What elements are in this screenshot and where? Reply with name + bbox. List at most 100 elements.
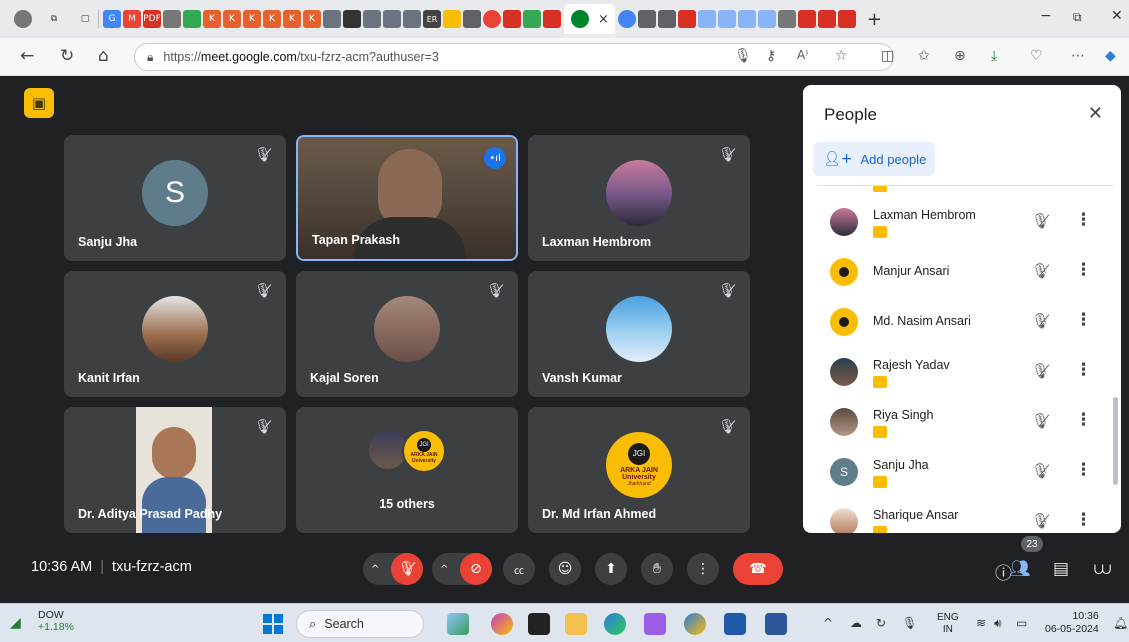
scrollbar[interactable] xyxy=(1113,397,1118,485)
leave-call-button[interactable]: ☎ xyxy=(733,553,783,585)
tab-record-icon[interactable] xyxy=(483,10,501,28)
list-item[interactable]: S Sanju Jha 🎙︎̸ ⋮ xyxy=(817,448,1097,498)
tab-gmail-icon[interactable]: M xyxy=(123,10,141,28)
wifi-icon[interactable]: ≋ xyxy=(976,616,986,630)
list-item[interactable]: Manjur Ansari 🎙︎̸ ⋮ xyxy=(817,248,1097,298)
url-field[interactable]: 🔒︎ https://meet.google.com/txu-fzrz-acm?… xyxy=(134,43,894,71)
minimize-window-icon[interactable]: − xyxy=(1040,8,1052,24)
store-app-icon[interactable] xyxy=(724,613,746,635)
tab-google-icon[interactable]: G xyxy=(103,10,121,28)
tab-k-icon[interactable]: K xyxy=(243,10,261,28)
more-vert-icon[interactable]: ⋮ xyxy=(1075,360,1092,380)
battery-icon[interactable]: ▭ xyxy=(1016,616,1027,630)
favorites-icon[interactable]: ✩ xyxy=(918,48,930,64)
key-icon[interactable]: ⚷ xyxy=(766,48,776,64)
downloads-icon[interactable]: ⤓ xyxy=(991,48,997,64)
tab-actions-icon[interactable]: ▢ xyxy=(76,10,94,28)
more-vert-icon[interactable]: ⋮ xyxy=(1075,460,1092,480)
tab-doc-icon[interactable] xyxy=(637,10,656,28)
collections-icon[interactable]: ⊕ xyxy=(954,48,966,64)
activities-icon[interactable]: ⩊ xyxy=(1094,559,1111,579)
close-icon[interactable]: ✕ xyxy=(1088,103,1103,124)
more-vert-icon[interactable]: ⋮ xyxy=(1075,260,1092,280)
back-arrow-icon[interactable]: ← xyxy=(20,46,34,66)
mic-off-icon[interactable]: 🎙︎̸ xyxy=(1031,312,1050,330)
mic-off-icon[interactable]: 🎙︎̸ xyxy=(1031,512,1050,530)
more-vert-icon[interactable]: ⋮ xyxy=(1075,210,1092,230)
tab-google-meet-active[interactable]: × xyxy=(564,4,615,34)
tab-search-icon[interactable] xyxy=(757,10,776,28)
list-item[interactable]: Riya Singh 🎙︎̸ ⋮ xyxy=(817,398,1097,448)
layout-icon[interactable]: ▣ xyxy=(24,88,54,118)
participant-tile[interactable]: 🎙︎̸ Kanit Irfan xyxy=(64,271,286,397)
tab-chrome-icon[interactable] xyxy=(617,10,636,28)
cloud-icon[interactable]: ☁ xyxy=(850,616,862,630)
notification-bell-icon[interactable]: 🔔︎ xyxy=(1113,616,1128,630)
browser-essentials-icon[interactable]: ♡ xyxy=(1030,48,1043,64)
restore-window-icon[interactable]: ⧉ xyxy=(1073,10,1082,25)
mic-off-icon[interactable]: 🎙︎̸ xyxy=(1031,262,1050,280)
refresh-icon[interactable]: ↻ xyxy=(60,46,74,66)
camera-off-button[interactable]: ⊘ xyxy=(460,553,492,585)
chevron-up-icon[interactable]: ^ xyxy=(440,564,448,575)
new-tab-button[interactable]: + xyxy=(867,9,882,30)
list-item[interactable] xyxy=(817,186,1097,192)
tab-sheet-icon[interactable] xyxy=(523,10,541,28)
emoji-reactions-button[interactable]: ☺ xyxy=(549,553,581,585)
people-icon[interactable]: 👥︎ xyxy=(1009,559,1031,579)
tab-doc-icon[interactable] xyxy=(363,10,381,28)
mic-off-icon[interactable]: 🎙︎̸ xyxy=(1031,212,1050,230)
windows-start-icon[interactable] xyxy=(263,614,283,634)
mic-off-icon[interactable]: 🎙︎̸ xyxy=(1031,362,1050,380)
tab-k-icon[interactable]: K xyxy=(303,10,321,28)
participant-tile[interactable]: 🎙︎̸ Kajal Soren xyxy=(296,271,518,397)
tab-close-icon[interactable]: × xyxy=(598,12,609,27)
read-aloud-icon[interactable]: A⁾ xyxy=(797,48,808,62)
tab-er-icon[interactable]: ER xyxy=(423,10,441,28)
mic-off-icon[interactable]: 🎙︎̸ xyxy=(1031,412,1050,430)
tab-sheet-icon[interactable] xyxy=(183,10,201,28)
tab-pdf-icon[interactable] xyxy=(503,10,521,28)
microphone-permission-icon[interactable]: 🎙︎ xyxy=(734,48,752,64)
more-options-icon[interactable]: ⋯ xyxy=(1071,48,1085,64)
tab-search-icon[interactable] xyxy=(717,10,736,28)
list-item[interactable]: Sharique Ansar 🎙︎̸ ⋮ xyxy=(817,498,1097,533)
tab-pdf-icon[interactable] xyxy=(677,10,696,28)
lock-icon[interactable]: 🔒︎ xyxy=(147,50,153,65)
show-hidden-icons[interactable]: ^ xyxy=(823,616,833,630)
tab-doc-icon[interactable] xyxy=(463,10,481,28)
tab-pdf-icon[interactable]: PDF xyxy=(143,10,161,28)
participant-tile-video[interactable]: 🎙︎̸ Dr. Aditya Prasad Padhy xyxy=(64,407,286,533)
tab-pdf-icon[interactable] xyxy=(837,10,856,28)
tab-pdf-icon[interactable] xyxy=(817,10,836,28)
microphone-control[interactable]: ^ 🎙︎̸ xyxy=(363,553,423,585)
chat-icon[interactable]: ▤ xyxy=(1053,559,1069,579)
add-people-button[interactable]: 👤︎+ Add people xyxy=(813,142,935,176)
tab-dark-icon[interactable] xyxy=(343,10,361,28)
mic-off-button[interactable]: 🎙︎̸ xyxy=(391,553,423,585)
tab-doc-icon[interactable] xyxy=(777,10,796,28)
microphone-icon[interactable]: 🎙︎ xyxy=(902,616,917,630)
captions-button[interactable]: ㏄ xyxy=(503,553,535,585)
tab-k-icon[interactable]: K xyxy=(283,10,301,28)
participant-tile-video[interactable]: •ıl Tapan Prakash xyxy=(296,135,518,261)
tab-doc-icon[interactable] xyxy=(443,10,461,28)
participant-tile[interactable]: 🎙︎̸ JGI ARKA JAIN University Jharkhand D… xyxy=(528,407,750,533)
volume-icon[interactable]: 🔊︎ xyxy=(994,616,1002,631)
list-item[interactable]: Rajesh Yadav 🎙︎̸ ⋮ xyxy=(817,348,1097,398)
tab-search-icon[interactable] xyxy=(737,10,756,28)
chevron-up-icon[interactable]: ^ xyxy=(371,564,379,575)
stock-widget[interactable]: DOW +1.18% xyxy=(38,609,74,633)
tab-doc-icon[interactable] xyxy=(323,10,341,28)
copilot-app-icon[interactable] xyxy=(491,613,513,635)
profile-icon[interactable] xyxy=(14,10,32,28)
participant-tile[interactable]: 🎙︎̸ Vansh Kumar xyxy=(528,271,750,397)
participant-tile-group[interactable]: JGI ARKA JAIN University 15 others xyxy=(296,407,518,533)
more-vert-icon[interactable]: ⋮ xyxy=(1075,510,1092,530)
tab-search-icon[interactable] xyxy=(697,10,716,28)
mindjet-app-icon[interactable] xyxy=(644,613,666,635)
mic-off-icon[interactable]: 🎙︎̸ xyxy=(1031,462,1050,480)
close-window-icon[interactable]: ✕ xyxy=(1111,8,1123,24)
chrome-app-icon[interactable] xyxy=(684,613,706,635)
input-language[interactable]: ENG IN xyxy=(937,612,959,636)
